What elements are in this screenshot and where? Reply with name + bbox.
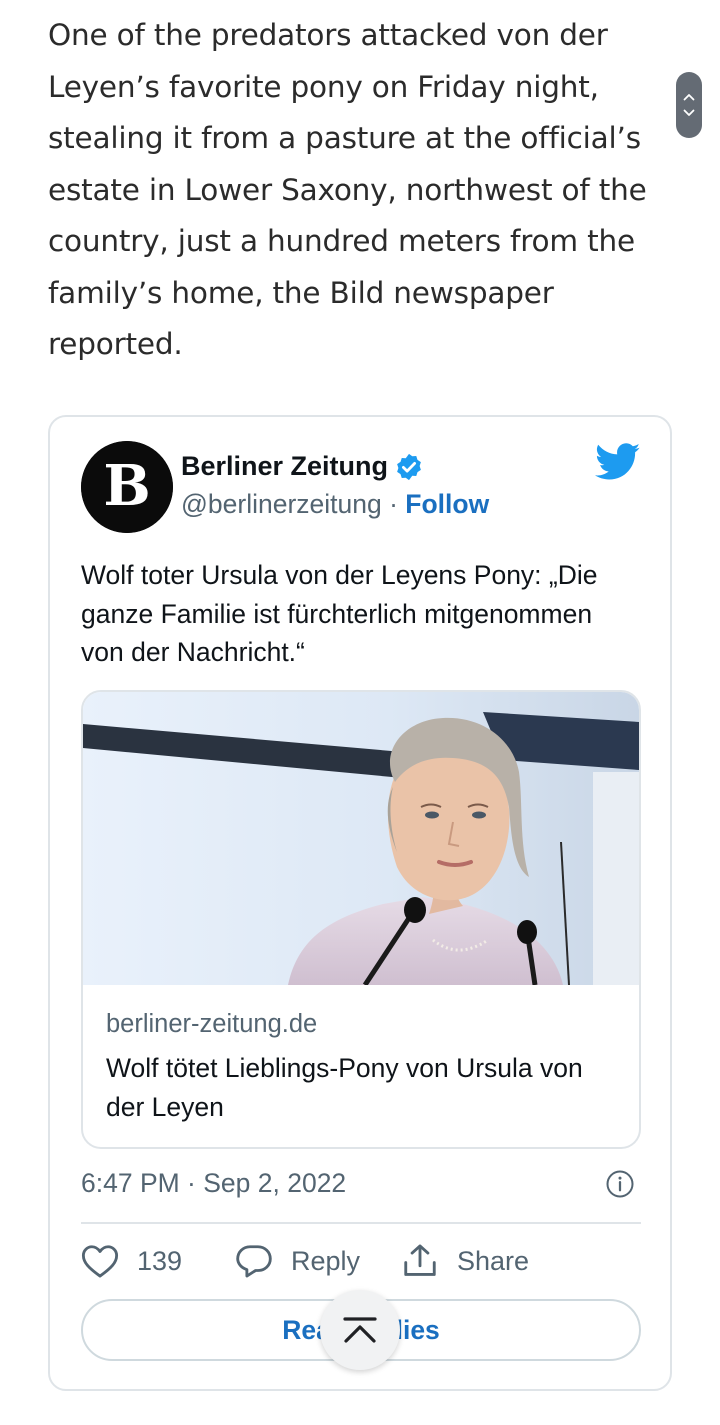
avatar-monogram: B (103, 453, 150, 519)
link-preview-image (83, 692, 639, 985)
like-count: 139 (137, 1245, 183, 1276)
share-button[interactable]: Share (401, 1238, 529, 1284)
scroll-nav-pill[interactable] (676, 72, 702, 138)
share-icon (404, 1244, 436, 1276)
divider (81, 1222, 641, 1224)
scroll-to-top-icon (343, 1317, 377, 1343)
author-handle[interactable]: @berlinerzeitung (181, 489, 382, 519)
verified-badge-icon (397, 453, 421, 480)
link-preview-card[interactable]: berliner-zeitung.de Wolf tötet Lieblings… (81, 690, 641, 1149)
scroll-to-top-button[interactable] (320, 1290, 400, 1370)
info-icon[interactable] (605, 1169, 635, 1199)
heart-icon (81, 1245, 119, 1278)
like-button[interactable]: 139 (81, 1238, 182, 1284)
article-paragraph: One of the predators attacked von der Le… (48, 18, 647, 361)
embedded-tweet[interactable]: B Berliner Zeitung @berlinerzeitung · Fo… (48, 415, 672, 1391)
tweet-timestamp[interactable]: 6:47 PM · Sep 2, 2022 (81, 1168, 346, 1199)
avatar[interactable]: B (81, 441, 173, 533)
reply-button[interactable]: Reply (235, 1238, 360, 1284)
share-label: Share (457, 1245, 530, 1276)
author-name-row[interactable]: Berliner Zeitung (181, 451, 424, 482)
reply-label: Reply (291, 1245, 361, 1276)
handle-separator: · (381, 489, 406, 519)
reply-bubble-icon (236, 1245, 272, 1278)
tweet-actions: 139 Reply Share (81, 1238, 641, 1284)
link-title: Wolf tötet Lieblings-Pony von Ursula von… (106, 1053, 583, 1122)
chevron-up-icon[interactable] (683, 93, 695, 101)
twitter-bird-icon[interactable] (595, 443, 641, 481)
follow-link[interactable]: Follow (405, 489, 489, 519)
author-name[interactable]: Berliner Zeitung (181, 451, 388, 482)
chevron-down-icon[interactable] (683, 109, 695, 117)
tweet-text: Wolf toter Ursula von der Leyens Pony: „… (81, 560, 598, 667)
handle-row: @berlinerzeitung · Follow (181, 489, 489, 520)
link-domain: berliner-zeitung.de (106, 1010, 318, 1038)
